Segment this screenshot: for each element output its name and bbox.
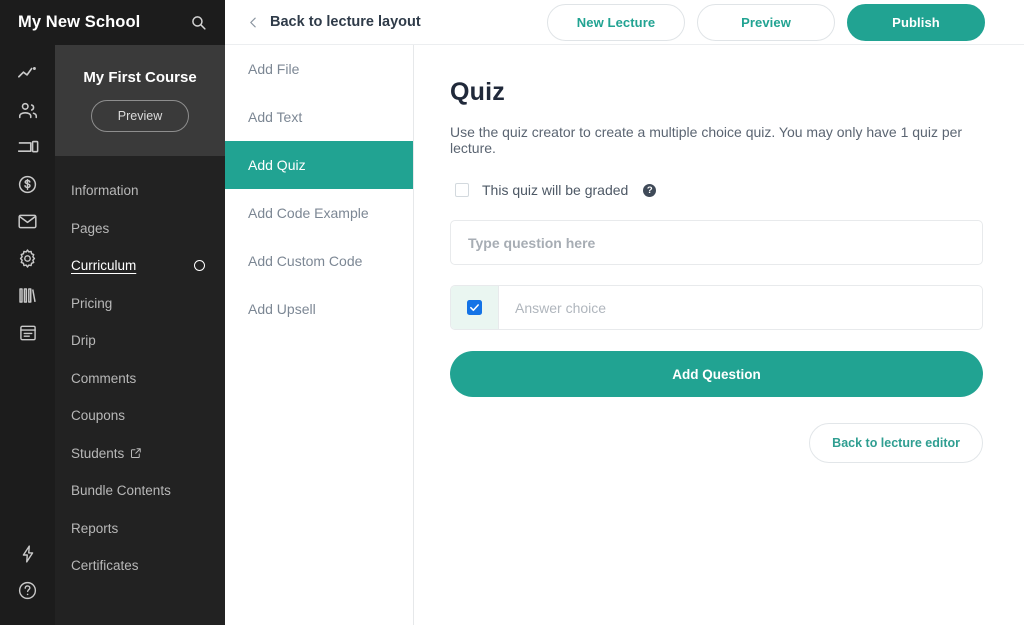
sidebar-item-pricing[interactable]: Pricing: [55, 285, 225, 323]
page-description: Use the quiz creator to create a multipl…: [450, 124, 963, 156]
brand-bar: My New School: [0, 0, 225, 45]
back-to-lecture-editor-button[interactable]: Back to lecture editor: [809, 423, 983, 463]
top-bar: Back to lecture layout New Lecture Previ…: [225, 0, 1024, 45]
sidebar-item-label: Drip: [71, 333, 96, 349]
sidebar-item-reports[interactable]: Reports: [55, 510, 225, 548]
sidebar-item-label: Reports: [71, 520, 119, 536]
answer-placeholder: Answer choice: [515, 299, 607, 316]
help-circle-icon[interactable]: ?: [643, 183, 657, 197]
rail-bottom-group: [0, 535, 55, 625]
question-placeholder: Type question here: [468, 234, 596, 251]
course-nav: Information Pages Curriculum Pricing Dri…: [55, 156, 225, 585]
sidebar-item-bundle-contents[interactable]: Bundle Contents: [55, 472, 225, 510]
answer-correct-checkbox[interactable]: [451, 286, 499, 329]
course-title: My First Course: [83, 69, 197, 86]
answer-choice-row: Answer choice: [450, 285, 983, 330]
sidebar-item-label: Pricing: [71, 295, 113, 311]
preview-button[interactable]: Preview: [697, 3, 835, 41]
question-input[interactable]: Type question here: [450, 220, 983, 265]
add-upsell-item[interactable]: Add Upsell: [225, 285, 413, 333]
sidebar-item-label: Pages: [71, 220, 110, 236]
active-indicator-icon: [194, 260, 205, 272]
add-text-item[interactable]: Add Text: [225, 93, 413, 141]
main-footer: Back to lecture editor: [450, 423, 983, 463]
analytics-icon[interactable]: [0, 55, 55, 92]
graded-checkbox-row: This quiz will be graded ?: [450, 182, 983, 198]
add-custom-code-item[interactable]: Add Custom Code: [225, 237, 413, 285]
lecture-content-types-column: Add File Add Text Add Quiz Add Code Exam…: [225, 0, 414, 625]
sidebar-item-students[interactable]: Students: [55, 435, 225, 473]
sidebar-item-pages[interactable]: Pages: [55, 210, 225, 248]
sidebar-item-label: Certificates: [71, 558, 139, 574]
icon-rail: [0, 0, 55, 625]
top-bar-actions: New Lecture Preview Publish: [547, 3, 1024, 41]
sidebar-item-label: Coupons: [71, 408, 126, 424]
sidebar-item-curriculum[interactable]: Curriculum: [55, 247, 225, 285]
course-sidebar: My New School My First Course Preview In…: [0, 0, 225, 625]
chevron-left-icon: [247, 16, 260, 29]
graded-checkbox[interactable]: [455, 183, 469, 197]
settings-gear-icon[interactable]: [0, 240, 55, 277]
answer-input[interactable]: Answer choice: [499, 286, 982, 329]
school-name: My New School: [18, 13, 141, 31]
add-question-button[interactable]: Add Question: [450, 351, 983, 397]
sidebar-item-drip[interactable]: Drip: [55, 322, 225, 360]
graded-label: This quiz will be graded: [482, 182, 629, 198]
rail-icon-group: [0, 45, 55, 351]
sidebar-item-label: Comments: [71, 370, 137, 386]
library-books-icon[interactable]: [0, 277, 55, 314]
back-link-label: Back to lecture layout: [270, 14, 421, 30]
course-header-panel: My First Course Preview: [55, 45, 225, 156]
search-icon[interactable]: [185, 10, 211, 36]
sidebar-item-label: Bundle Contents: [71, 483, 171, 499]
course-preview-button[interactable]: Preview: [90, 100, 190, 132]
main-content: Quiz Use the quiz creator to create a mu…: [414, 0, 1024, 625]
sidebar-item-label: Curriculum: [71, 258, 137, 274]
checkmark-icon: [467, 300, 482, 315]
publish-button[interactable]: Publish: [847, 3, 985, 41]
sidebar-item-label: Students: [71, 445, 125, 461]
users-icon[interactable]: [0, 92, 55, 129]
sidebar-item-coupons[interactable]: Coupons: [55, 397, 225, 435]
add-file-item[interactable]: Add File: [225, 45, 413, 93]
lightning-bolt-icon[interactable]: [0, 535, 55, 572]
sidebar-item-certificates[interactable]: Certificates: [55, 547, 225, 585]
page-title: Quiz: [450, 78, 505, 106]
sidebar-item-label: Information: [71, 183, 139, 199]
new-lecture-button[interactable]: New Lecture: [547, 3, 685, 41]
help-circle-icon[interactable]: [0, 572, 55, 609]
add-code-example-item[interactable]: Add Code Example: [225, 189, 413, 237]
devices-icon[interactable]: [0, 129, 55, 166]
external-link-icon: [130, 447, 142, 459]
sidebar-item-comments[interactable]: Comments: [55, 360, 225, 398]
email-icon[interactable]: [0, 203, 55, 240]
money-icon[interactable]: [0, 166, 55, 203]
add-quiz-item[interactable]: Add Quiz: [225, 141, 413, 189]
back-to-lecture-layout-link[interactable]: Back to lecture layout: [247, 14, 421, 30]
sidebar-item-information[interactable]: Information: [55, 172, 225, 210]
clipboard-icon[interactable]: [0, 314, 55, 351]
app-root: My New School My First Course Preview In…: [0, 0, 1024, 625]
